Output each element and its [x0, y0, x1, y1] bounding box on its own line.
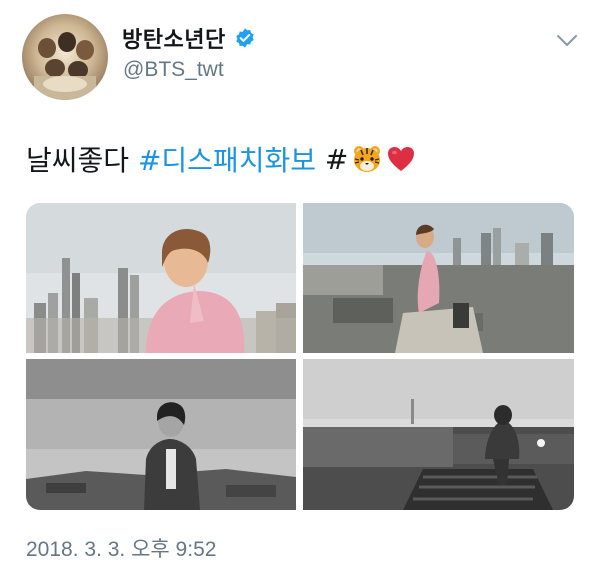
red-heart-icon — [388, 147, 415, 171]
photo-seated-blazer[interactable] — [26, 359, 296, 510]
hashtag-link[interactable]: #디스패치화보 — [138, 139, 316, 179]
avatar[interactable] — [22, 14, 108, 100]
tiger-face-icon — [354, 146, 381, 172]
tweet-timestamp[interactable]: 2018. 3. 3. 오후 9:52 — [26, 533, 216, 563]
verified-badge-icon — [235, 28, 254, 48]
author-name-row[interactable]: 방탄소년단 — [122, 22, 256, 54]
photo-rooftop-pink-hoodie[interactable] — [26, 203, 296, 353]
avatar-group-photo — [34, 32, 96, 100]
tweet-text: 날씨좋다 #디스패치화보 # — [26, 139, 416, 179]
photo-rooftop-silhouette[interactable] — [303, 359, 574, 510]
hashtag-symbol[interactable]: # — [325, 143, 348, 176]
photo-rooftop-ledge-sky[interactable] — [303, 203, 574, 353]
tweet-text-plain: 날씨좋다 — [26, 144, 130, 177]
chevron-down-icon[interactable] — [556, 34, 578, 48]
user-handle[interactable]: @BTS_twt — [123, 58, 224, 82]
display-name[interactable]: 방탄소년단 — [122, 22, 226, 54]
media-grid — [26, 203, 574, 510]
